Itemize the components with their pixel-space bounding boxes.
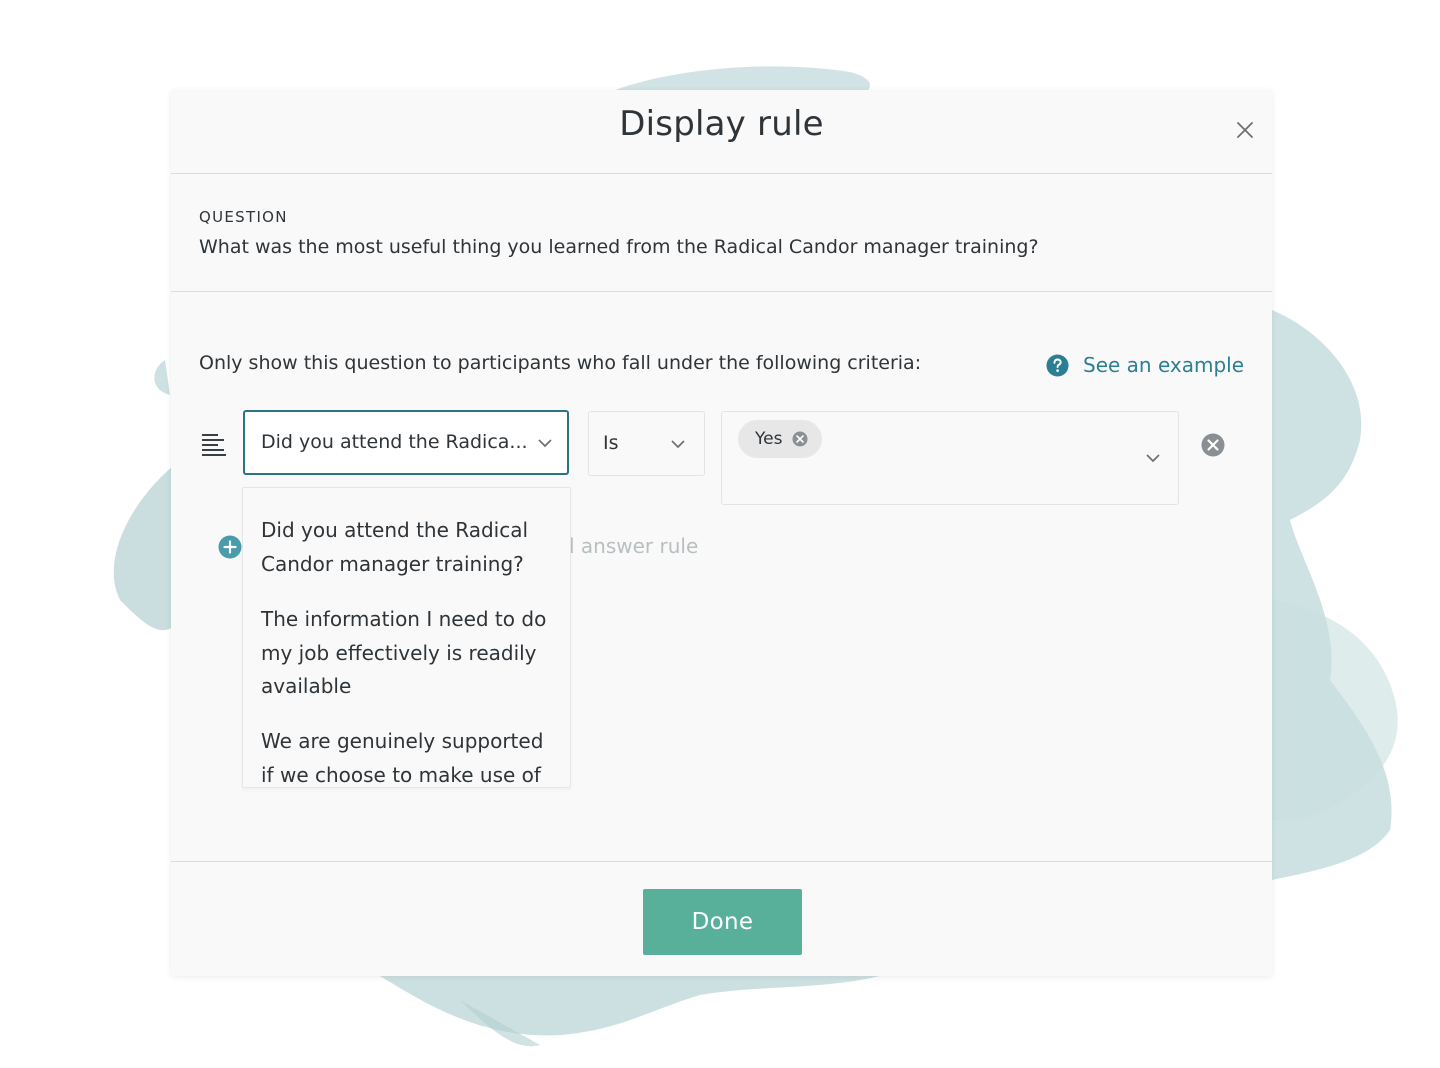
- question-label: QUESTION: [199, 208, 288, 226]
- done-button[interactable]: Done: [643, 889, 802, 955]
- dropdown-option[interactable]: We are genuinely supported if we choose …: [261, 725, 561, 787]
- operator-select[interactable]: Is: [588, 411, 705, 476]
- question-select-value: Did you attend the Radica...: [261, 431, 528, 453]
- add-answer-rule-label[interactable]: l answer rule: [569, 534, 698, 558]
- modal-footer: Done: [171, 861, 1272, 977]
- criteria-intro: Only show this question to participants …: [199, 352, 922, 374]
- question-select[interactable]: Did you attend the Radica...: [243, 410, 569, 475]
- value-tag: Yes: [738, 420, 822, 458]
- see-an-example-label: See an example: [1083, 353, 1245, 377]
- tag-remove-icon[interactable]: [792, 431, 808, 447]
- done-button-label: Done: [691, 909, 754, 935]
- modal-header: Display rule: [171, 90, 1272, 174]
- display-rule-modal: Display rule QUESTION What was the most …: [171, 90, 1272, 976]
- dropdown-option[interactable]: Did you attend the Radical Candor manage…: [261, 514, 561, 581]
- plus-circle-icon[interactable]: [218, 535, 242, 559]
- modal-title: Display rule: [619, 104, 824, 144]
- text-lines-icon: [202, 434, 226, 456]
- question-section: QUESTION What was the most useful thing …: [171, 174, 1272, 292]
- remove-circle-icon[interactable]: [1201, 433, 1225, 457]
- close-icon[interactable]: [1233, 118, 1257, 142]
- help-circle-icon: [1046, 353, 1069, 377]
- dropdown-option[interactable]: The information I need to do my job effe…: [261, 603, 561, 704]
- chevron-down-icon: [671, 440, 685, 449]
- question-dropdown-menu: Did you attend the Radical Candor manage…: [242, 487, 571, 788]
- value-select[interactable]: Yes: [721, 411, 1179, 505]
- see-an-example-link[interactable]: See an example: [1046, 353, 1244, 377]
- operator-select-value: Is: [603, 432, 619, 454]
- chevron-down-icon: [1146, 454, 1160, 463]
- question-text: What was the most useful thing you learn…: [199, 236, 1039, 258]
- chevron-down-icon: [538, 439, 552, 448]
- value-tag-label: Yes: [755, 429, 783, 449]
